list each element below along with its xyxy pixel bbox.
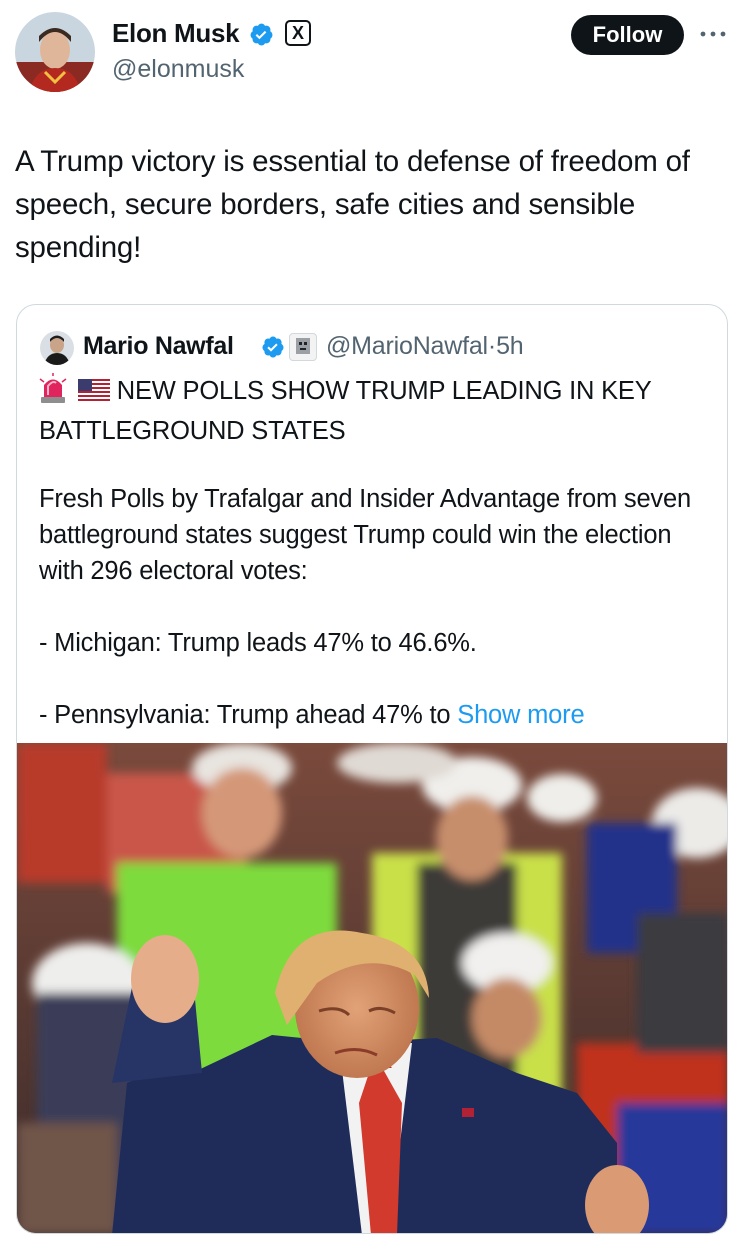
avatar-icon [15,12,95,92]
quote-headline-text: NEW POLLS SHOW TRUMP LEADING IN KEY BATT… [39,377,652,445]
show-more-link[interactable]: Show more [457,701,584,729]
verified-badge-icon [262,336,284,358]
quote-author-handle-time[interactable]: @MarioNawfal·5h [326,330,524,362]
avatar-icon [40,331,74,365]
author-avatar[interactable] [15,12,95,92]
quote-author-handle[interactable]: @MarioNawfal [326,332,488,360]
x-affiliation-badge: X [285,20,311,46]
quote-body-item: - Michigan: Trump leads 47% to 46.6%. [39,629,477,657]
quote-body-item-text: - Pennsylvania: Trump ahead 47% to [39,701,451,729]
quote-body-intro: Fresh Polls by Trafalgar and Insider Adv… [39,485,691,585]
quote-body: Fresh Polls by Trafalgar and Insider Adv… [39,481,719,733]
verified-badge-icon [250,23,273,46]
us-flag-icon [77,375,110,411]
quote-tweet-card[interactable]: Mario Nawfal @MarioNawfal·5h NEW POLLS S… [16,304,728,1234]
separator-dot: · [487,332,497,360]
more-icon[interactable] [698,26,728,42]
quote-headline: NEW POLLS SHOW TRUMP LEADING IN KEY BATT… [39,373,719,449]
tweet-text: A Trump victory is essential to defense … [15,145,690,264]
siren-icon [39,373,67,413]
quote-author-name[interactable]: Mario Nawfal [83,330,234,362]
quote-media-image[interactable] [17,743,727,1233]
quote-author-avatar[interactable] [40,331,74,365]
photo-trump-rally [17,743,727,1233]
quote-body-item: - Pennsylvania: Trump ahead 47% to Show … [39,697,719,733]
author-handle[interactable]: @elonmusk [112,53,244,85]
quote-timestamp[interactable]: 5h [496,332,524,360]
author-name[interactable]: Elon Musk [112,16,240,50]
affiliation-badge-icon [289,333,317,361]
follow-button[interactable]: Follow [571,15,684,55]
